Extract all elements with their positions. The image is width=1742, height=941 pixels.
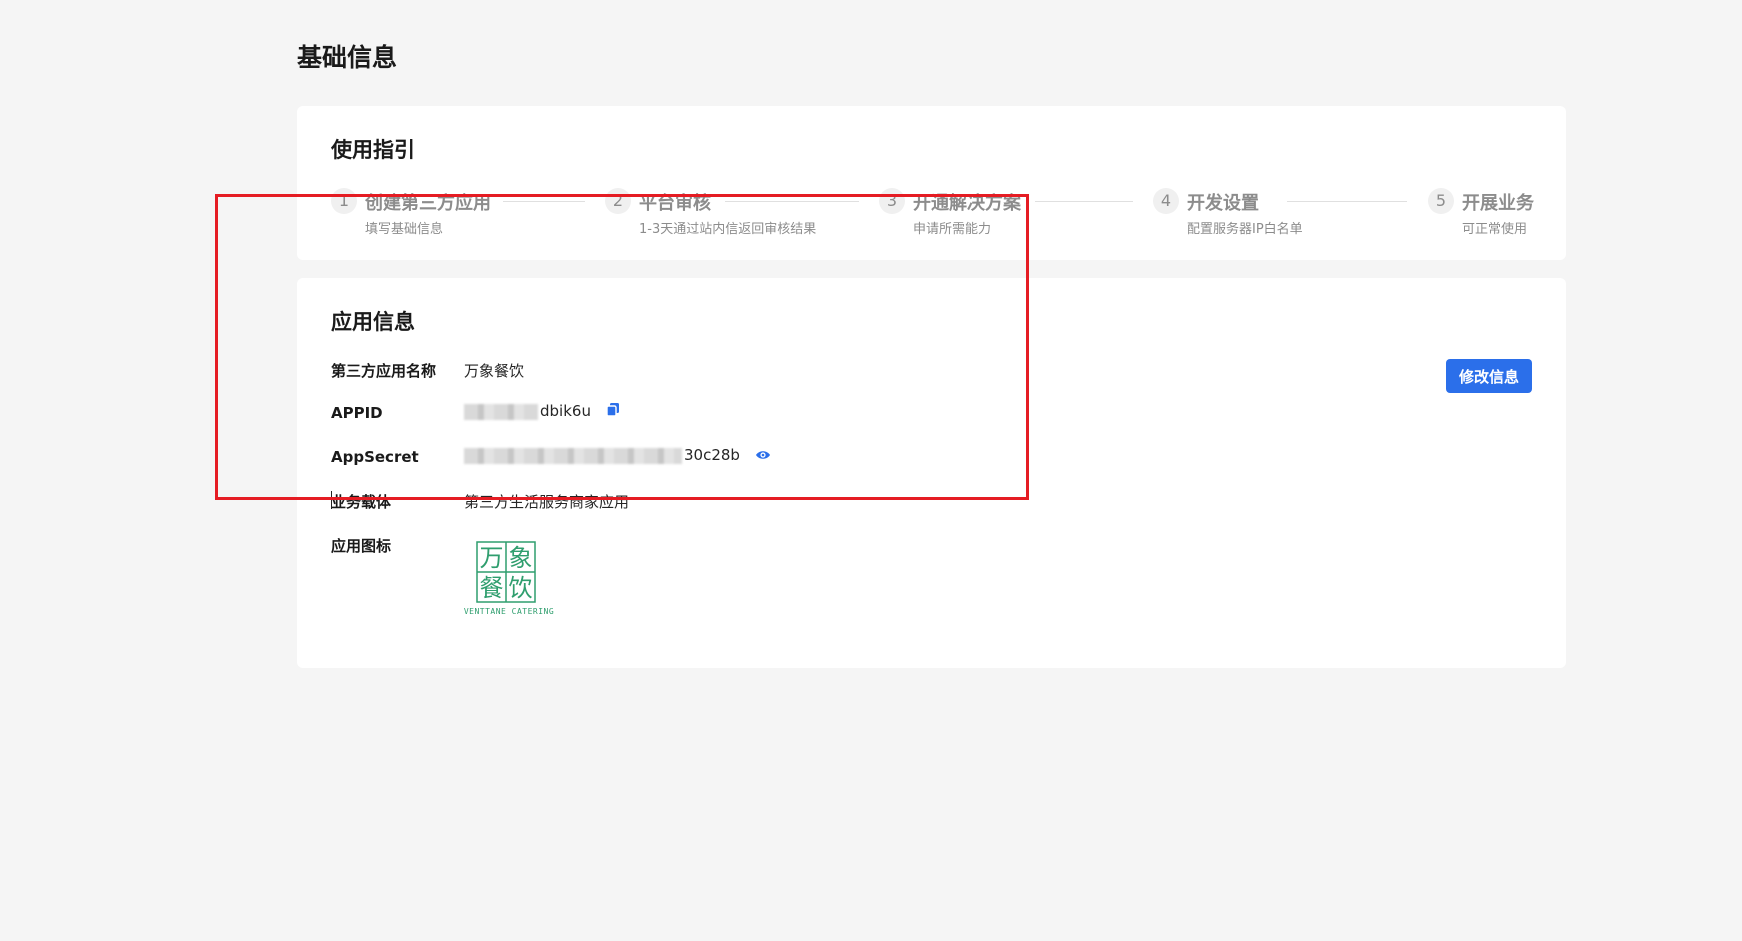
app-info-card: 应用信息 修改信息 第三方应用名称 万象餐饮 APPID dbik6u AppS… bbox=[297, 278, 1566, 668]
carrier-value: 第三方生活服务商家应用 bbox=[464, 493, 630, 511]
appsecret-value: 30c28b bbox=[684, 446, 740, 464]
svg-text:VENTTANE CATERING: VENTTANE CATERING bbox=[464, 607, 554, 616]
carrier-label: 业务载体 bbox=[331, 493, 392, 511]
step-connector bbox=[1287, 201, 1407, 202]
app-name-value: 万象餐饮 bbox=[464, 362, 525, 380]
step-connector bbox=[1035, 201, 1133, 202]
app-info-title: 应用信息 bbox=[331, 310, 415, 334]
appsecret-value-row: 30c28b bbox=[464, 446, 771, 465]
appid-value: dbik6u bbox=[540, 402, 591, 420]
appid-redacted-mask bbox=[464, 403, 538, 420]
step-connector bbox=[725, 201, 859, 202]
appid-value-row: dbik6u bbox=[464, 402, 620, 421]
app-name-label: 第三方应用名称 bbox=[331, 362, 437, 380]
page-title: 基础信息 bbox=[297, 43, 398, 72]
step-connector bbox=[503, 201, 585, 202]
app-logo-image: 万 象 餐 饮 VENTTANE CATERING bbox=[464, 540, 554, 622]
step-description: 配置服务器IP白名单 bbox=[1187, 222, 1303, 237]
step-description: 填写基础信息 bbox=[365, 222, 444, 237]
copy-icon[interactable] bbox=[606, 402, 620, 421]
guide-card: 使用指引 1 创建第三方应用 填写基础信息 2 平台审核 1-3天通过站内信返回… bbox=[297, 106, 1566, 260]
step-number: 2 bbox=[605, 188, 631, 214]
step-number: 3 bbox=[879, 188, 905, 214]
step-label: 开展业务 bbox=[1462, 193, 1534, 214]
step-label: 平台审核 bbox=[639, 193, 711, 214]
appid-label: APPID bbox=[331, 404, 383, 422]
step-description: 申请所需能力 bbox=[913, 222, 992, 237]
eye-icon[interactable] bbox=[755, 447, 771, 465]
svg-text:餐: 餐 bbox=[480, 574, 504, 602]
appsecret-label: AppSecret bbox=[331, 448, 419, 466]
step-label: 开发设置 bbox=[1187, 193, 1259, 214]
svg-text:饮: 饮 bbox=[509, 574, 533, 602]
svg-text:万: 万 bbox=[480, 544, 504, 572]
step-label: 开通解决方案 bbox=[913, 193, 1021, 214]
appsecret-redacted-mask bbox=[464, 447, 682, 464]
step-description: 1-3天通过站内信返回审核结果 bbox=[639, 222, 817, 237]
step-number: 4 bbox=[1153, 188, 1179, 214]
step-number: 1 bbox=[331, 188, 357, 214]
text-cursor bbox=[331, 491, 332, 509]
step-number: 5 bbox=[1428, 188, 1454, 214]
step-description: 可正常使用 bbox=[1462, 222, 1528, 237]
svg-text:象: 象 bbox=[509, 544, 533, 572]
edit-info-button[interactable]: 修改信息 bbox=[1446, 359, 1532, 393]
app-icon-label: 应用图标 bbox=[331, 537, 392, 555]
step-label: 创建第三方应用 bbox=[365, 193, 491, 214]
guide-title: 使用指引 bbox=[331, 138, 415, 162]
